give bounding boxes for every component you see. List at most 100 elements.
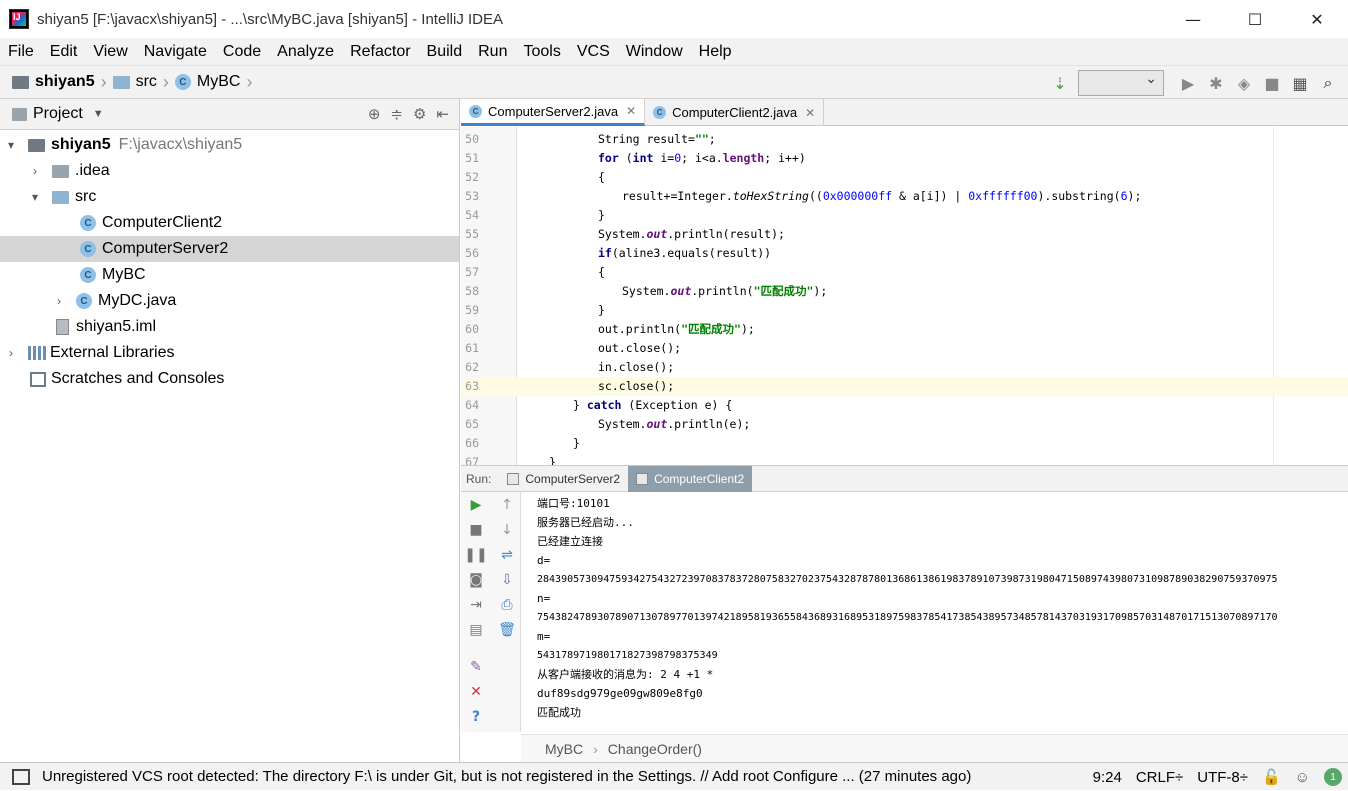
class-icon: C xyxy=(80,267,96,283)
hide-panel-icon[interactable]: ⇤ xyxy=(436,105,449,123)
code-line: 57{ xyxy=(461,263,1348,282)
line-number: 56 xyxy=(465,246,479,260)
menu-window[interactable]: Window xyxy=(626,43,683,61)
chevron-right-icon[interactable]: › xyxy=(28,164,42,178)
breadcrumb-file[interactable]: C MyBC › xyxy=(174,72,252,93)
rerun-icon[interactable]: ▶ xyxy=(467,496,485,514)
tree-item-scratches[interactable]: Scratches and Consoles xyxy=(0,366,459,392)
menu-edit[interactable]: Edit xyxy=(50,43,78,61)
layout-icon[interactable]: ▤ xyxy=(467,621,485,639)
breadcrumb-method[interactable]: ChangeOrder() xyxy=(608,741,702,757)
menu-vcs[interactable]: VCS xyxy=(577,43,610,61)
help-icon[interactable]: ? xyxy=(467,708,485,726)
tree-item-computerserver2[interactable]: C ComputerServer2 xyxy=(0,236,459,262)
line-number: 61 xyxy=(465,341,479,355)
code-editor[interactable]: 50 String result=""; 51 for (int i=0; i<a.… xyxy=(461,127,1348,465)
caret-position[interactable]: 9:24 xyxy=(1093,769,1122,786)
class-icon: C xyxy=(80,215,96,231)
class-icon: C xyxy=(76,293,92,309)
tab-label: ComputerClient2.java xyxy=(672,105,798,120)
close-icon[interactable]: ✕ xyxy=(467,683,485,701)
code-line: 61 out.close(); xyxy=(461,339,1348,358)
coverage-icon[interactable]: ◈ xyxy=(1230,69,1258,97)
collapse-all-icon[interactable]: ≑ xyxy=(390,105,403,123)
stop-icon[interactable]: ■ xyxy=(467,521,485,539)
trash-icon[interactable]: 🗑 xyxy=(498,621,516,639)
arrow-down-icon[interactable]: ↓ xyxy=(498,521,516,539)
close-tab-icon[interactable]: ✕ xyxy=(805,106,815,120)
camera-icon[interactable]: ◙ xyxy=(467,571,485,589)
tree-item-label: MyBC xyxy=(102,266,146,283)
menu-refactor[interactable]: Refactor xyxy=(350,43,410,61)
menu-build[interactable]: Build xyxy=(427,43,463,61)
chevron-down-icon[interactable]: ▼ xyxy=(93,108,104,120)
console-line: 7543824789307890713078977013974218958193… xyxy=(537,612,1278,623)
tab-computerserver2[interactable]: C ComputerServer2.java ✕ xyxy=(461,99,646,126)
menu-view[interactable]: View xyxy=(93,43,127,61)
lock-icon[interactable]: 🔓 xyxy=(1262,768,1281,786)
locate-icon[interactable]: ⊕ xyxy=(368,105,381,123)
minimize-button[interactable]: — xyxy=(1162,0,1224,38)
tree-item-external-libraries[interactable]: › External Libraries xyxy=(0,340,459,366)
editor-area: C ComputerServer2.java ✕ C ComputerClien… xyxy=(461,99,1348,465)
tab-computerclient2[interactable]: C ComputerClient2.java ✕ xyxy=(645,99,825,126)
chevron-right-icon[interactable]: › xyxy=(4,346,18,360)
print-icon[interactable]: ⎙ xyxy=(498,596,516,614)
tree-item-mybc[interactable]: C MyBC xyxy=(0,262,459,288)
menu-code[interactable]: Code xyxy=(223,43,261,61)
intellij-logo-icon xyxy=(9,9,29,29)
project-structure-icon[interactable]: ▦ xyxy=(1286,69,1314,97)
tree-item-shiyan5[interactable]: ▾ shiyan5 F:\javacx\shiyan5 xyxy=(0,132,459,158)
soft-wrap-icon[interactable]: ⇌ xyxy=(498,546,516,564)
library-icon xyxy=(28,346,46,360)
status-bar: Unregistered VCS root detected: The dire… xyxy=(0,762,1348,790)
line-number: 55 xyxy=(465,227,479,241)
tree-item-label: External Libraries xyxy=(50,344,175,361)
gear-icon[interactable]: ⚙ xyxy=(413,105,426,123)
file-encoding[interactable]: UTF-8÷ xyxy=(1197,769,1248,786)
login-icon[interactable]: ⇥ xyxy=(467,596,485,614)
menu-tools[interactable]: Tools xyxy=(523,43,560,61)
pin-icon[interactable]: ✎ xyxy=(467,658,485,676)
pause-icon[interactable]: ❚❚ xyxy=(464,546,487,564)
chevron-down-icon[interactable]: ▾ xyxy=(4,138,18,152)
menu-run[interactable]: Run xyxy=(478,43,507,61)
breadcrumb-project[interactable]: shiyan5 › xyxy=(12,72,107,93)
run-icon[interactable]: ▶ xyxy=(1174,69,1202,97)
vcs-update-icon[interactable]: ⇣ xyxy=(1046,69,1074,97)
breadcrumb-class[interactable]: MyBC xyxy=(545,741,583,757)
tree-item-iml[interactable]: shiyan5.iml xyxy=(0,314,459,340)
line-separator[interactable]: CRLF÷ xyxy=(1136,769,1183,786)
maximize-button[interactable]: ☐ xyxy=(1224,0,1286,38)
tree-item-idea[interactable]: › .idea xyxy=(0,158,459,184)
chevron-down-icon[interactable]: ▾ xyxy=(28,190,42,204)
menu-file[interactable]: File xyxy=(8,43,34,61)
console-output[interactable]: 端口号:10101 服务器已经启动... 已经建立连接 d= 284390573… xyxy=(537,494,1337,730)
status-message[interactable]: Unregistered VCS root detected: The dire… xyxy=(42,768,971,785)
inspector-icon[interactable]: ☺ xyxy=(1295,769,1310,786)
search-icon[interactable]: ⌕ xyxy=(1314,69,1342,97)
run-tab-computerclient2[interactable]: ComputerClient2 xyxy=(628,465,753,492)
tree-item-src[interactable]: ▾ src xyxy=(0,184,459,210)
project-folder-icon xyxy=(12,75,29,89)
menu-help[interactable]: Help xyxy=(699,43,732,61)
code-line: 64} catch (Exception e) { xyxy=(461,396,1348,415)
run-tab-computerserver2[interactable]: ComputerServer2 xyxy=(499,466,628,492)
tree-item-mydc[interactable]: › C MyDC.java xyxy=(0,288,459,314)
breadcrumb-src[interactable]: src › xyxy=(112,72,169,93)
stop-icon[interactable]: ■ xyxy=(1258,69,1286,97)
project-panel-title[interactable]: Project xyxy=(33,105,83,123)
menu-analyze[interactable]: Analyze xyxy=(277,43,334,61)
run-configuration-select[interactable] xyxy=(1078,70,1164,96)
scroll-to-end-icon[interactable]: ⇩ xyxy=(498,571,516,589)
tree-item-computerclient2[interactable]: C ComputerClient2 xyxy=(0,210,459,236)
menu-navigate[interactable]: Navigate xyxy=(144,43,207,61)
notification-badge[interactable]: 1 xyxy=(1324,768,1342,786)
event-log-icon[interactable] xyxy=(12,768,30,785)
console-line: m= xyxy=(537,630,551,643)
close-button[interactable]: ✕ xyxy=(1286,0,1348,38)
close-tab-icon[interactable]: ✕ xyxy=(626,104,636,118)
chevron-right-icon[interactable]: › xyxy=(52,294,66,308)
arrow-up-icon[interactable]: ↑ xyxy=(498,496,516,514)
debug-icon[interactable]: ✱ xyxy=(1202,69,1230,97)
